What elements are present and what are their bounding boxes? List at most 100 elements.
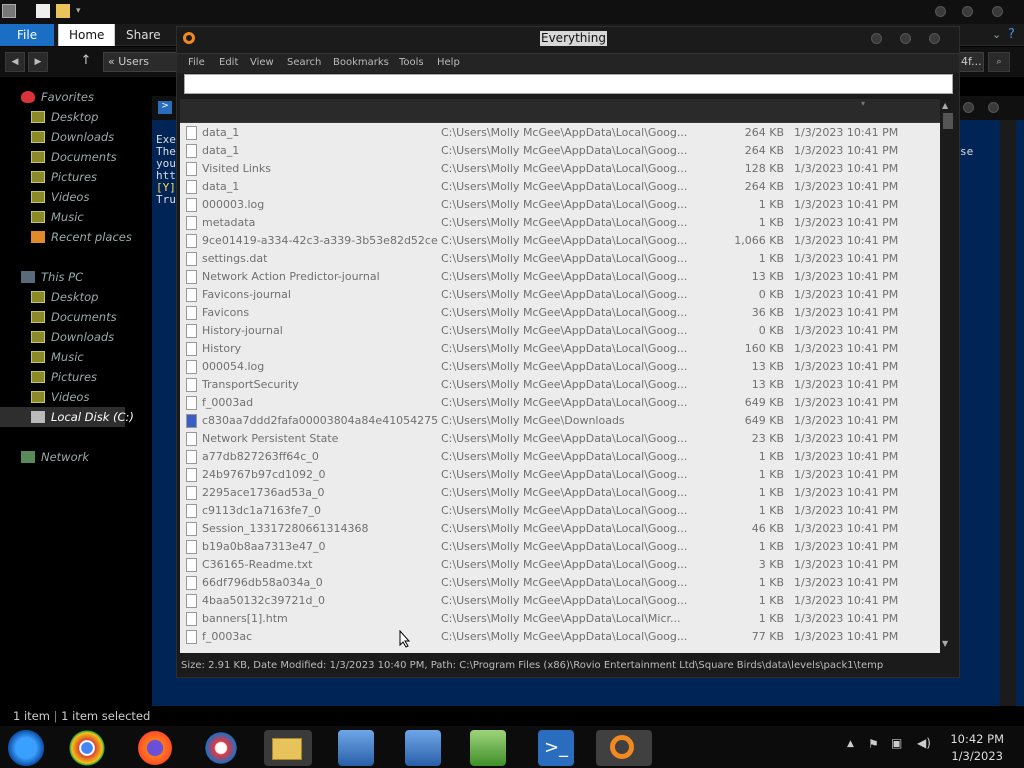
help-icon[interactable]: ? [998,24,1024,46]
flag-icon[interactable]: ⚑ [868,737,879,751]
nav-fav-documents[interactable]: Documents [0,147,125,167]
menu-tools[interactable]: Tools [399,57,424,68]
table-row[interactable]: f_0003ac C:\Users\Molly McGee\AppData\Loc… [180,628,940,646]
nav-fav-music[interactable]: Music [0,207,125,227]
opera-icon[interactable] [203,730,239,766]
table-row[interactable]: a77db827263ff64c_0 C:\Users\Molly McGee\A… [180,448,940,466]
table-row[interactable]: b19a0b8aa7313e47_0 C:\Users\Molly McGee\A… [180,538,940,556]
network-app-icon[interactable] [470,730,506,766]
search-input[interactable] [184,74,953,94]
nav-pc-local-disk-c-[interactable]: Local Disk (C:) [0,407,134,427]
file-explorer-icon[interactable] [264,730,312,766]
installer-icon[interactable] [338,730,374,766]
tab-home[interactable]: Home [58,24,116,46]
nav-fav-pictures[interactable]: Pictures [0,167,125,187]
new-folder-icon[interactable] [56,4,70,18]
table-row[interactable]: 2295ace1736ad53a_0 C:\Users\Molly McGee\A… [180,484,940,502]
chevron-down-icon[interactable]: ▾ [76,6,90,20]
minimize-button[interactable] [935,6,946,17]
search-icon[interactable]: ⌕ [988,52,1010,72]
status-items: 1 item [13,709,50,723]
everything-titlebar[interactable]: Everything [177,27,959,51]
table-row[interactable]: c830aa7ddd2fafa00003804a84e410542753... C… [180,412,940,430]
table-row[interactable]: data_1 C:\Users\Molly McGee\AppData\Local… [180,178,940,196]
table-row[interactable]: Network Persistent State C:\Users\Molly M… [180,430,940,448]
nav-fav-downloads[interactable]: Downloads [0,127,125,147]
chevron-up-icon[interactable]: ▲ [847,739,854,749]
table-row[interactable]: 000003.log C:\Users\Molly McGee\AppData\L… [180,196,940,214]
tab-file[interactable]: File [0,24,55,46]
back-button[interactable]: ◀ [5,52,25,72]
tab-share[interactable]: Share [116,24,171,46]
table-row[interactable]: c9113dc1a7163fe7_0 C:\Users\Molly McGee\A… [180,502,940,520]
menu-view[interactable]: View [250,57,274,68]
installer-icon[interactable] [405,730,441,766]
powershell-icon[interactable]: >_ [538,730,574,766]
ev-close-button[interactable] [929,33,940,44]
menu-file[interactable]: File [188,57,205,68]
table-row[interactable]: Session_13317280661314368 C:\Users\Molly … [180,520,940,538]
table-row[interactable]: TransportSecurity C:\Users\Molly McGee\Ap… [180,376,940,394]
scroll-down-button[interactable]: ▼ [942,639,948,648]
table-row[interactable]: settings.dat C:\Users\Molly McGee\AppData… [180,250,940,268]
recent-places-icon [31,231,45,243]
nav-pc-videos[interactable]: Videos [0,387,125,407]
ps-close-button[interactable] [988,102,999,113]
ev-maximize-button[interactable] [900,33,911,44]
table-row[interactable]: Network Action Predictor-journal C:\Users… [180,268,940,286]
chrome-icon[interactable] [69,730,105,766]
clock[interactable]: 10:42 PM 1/3/2023 [950,731,1004,765]
network-icon[interactable]: ▣ [891,736,902,750]
properties-icon[interactable] [36,4,50,18]
nav-pc-music[interactable]: Music [0,347,125,367]
search-box-fragment[interactable]: 4f... [958,52,984,72]
table-row[interactable]: History-journal C:\Users\Molly McGee\AppD… [180,322,940,340]
column-header[interactable]: ▾ [180,99,940,123]
internet-explorer-icon[interactable] [8,730,44,766]
nav-favorites[interactable]: Favorites [0,87,125,107]
table-row[interactable]: C36165-Readme.txt C:\Users\Molly McGee\Ap… [180,556,940,574]
table-row[interactable]: 66df796db58a034a_0 C:\Users\Molly McGee\A… [180,574,940,592]
nav-this-pc[interactable]: This PC [0,267,125,287]
maximize-button[interactable] [962,6,973,17]
table-row[interactable]: History C:\Users\Molly McGee\AppData\Loca… [180,340,940,358]
nav-pc-downloads[interactable]: Downloads [0,327,125,347]
menu-bookmarks[interactable]: Bookmarks [333,57,389,68]
table-row[interactable]: 4baa50132c39721d_0 C:\Users\Molly McGee\A… [180,592,940,610]
results-list[interactable]: data_1 C:\Users\Molly McGee\AppData\Local… [180,123,940,653]
table-row[interactable]: Favicons C:\Users\Molly McGee\AppData\Loc… [180,304,940,322]
everything-icon[interactable] [596,730,652,766]
console-scrollbar[interactable] [1000,120,1016,706]
close-button[interactable] [992,6,1003,17]
table-row[interactable]: 9ce01419-a334-42c3-a339-3b53e82d52ce.d..… [180,232,940,250]
nav-pc-documents[interactable]: Documents [0,307,125,327]
table-row[interactable]: Favicons-journal C:\Users\Molly McGee\App… [180,286,940,304]
table-row[interactable]: data_1 C:\Users\Molly McGee\AppData\Local… [180,142,940,160]
nav-network[interactable]: Network [0,447,125,467]
scroll-up-button[interactable]: ▲ [942,101,948,110]
table-row[interactable]: f_0003ad C:\Users\Molly McGee\AppData\Loc… [180,394,940,412]
table-row[interactable]: 000054.log C:\Users\Molly McGee\AppData\L… [180,358,940,376]
menu-help[interactable]: Help [437,57,460,68]
table-row[interactable]: 24b9767b97cd1092_0 C:\Users\Molly McGee\A… [180,466,940,484]
up-button[interactable]: ↑ [76,52,96,72]
nav-fav-recent-places[interactable]: Recent places [0,227,132,247]
menu-search[interactable]: Search [287,57,321,68]
menu-edit[interactable]: Edit [219,57,238,68]
results-scrollbar[interactable]: ▲ ▼ [940,99,956,653]
firefox-icon[interactable] [137,730,173,766]
scroll-thumb[interactable] [943,113,953,129]
nav-fav-videos[interactable]: Videos [0,187,125,207]
ev-minimize-button[interactable] [871,33,882,44]
table-row[interactable]: metadata C:\Users\Molly McGee\AppData\Loc… [180,214,940,232]
volume-icon[interactable]: ◀) [917,736,931,750]
ps-maximize-button[interactable] [963,102,974,113]
nav-pc-pictures[interactable]: Pictures [0,367,125,387]
table-row[interactable]: banners[1].htm C:\Users\Molly McGee\AppDa… [180,610,940,628]
address-path[interactable]: « Users [103,52,179,72]
forward-button[interactable]: ▶ [28,52,48,72]
table-row[interactable]: Visited Links C:\Users\Molly McGee\AppDat… [180,160,940,178]
nav-pc-desktop[interactable]: Desktop [0,287,125,307]
nav-fav-desktop[interactable]: Desktop [0,107,125,127]
table-row[interactable]: data_1 C:\Users\Molly McGee\AppData\Local… [180,124,940,142]
